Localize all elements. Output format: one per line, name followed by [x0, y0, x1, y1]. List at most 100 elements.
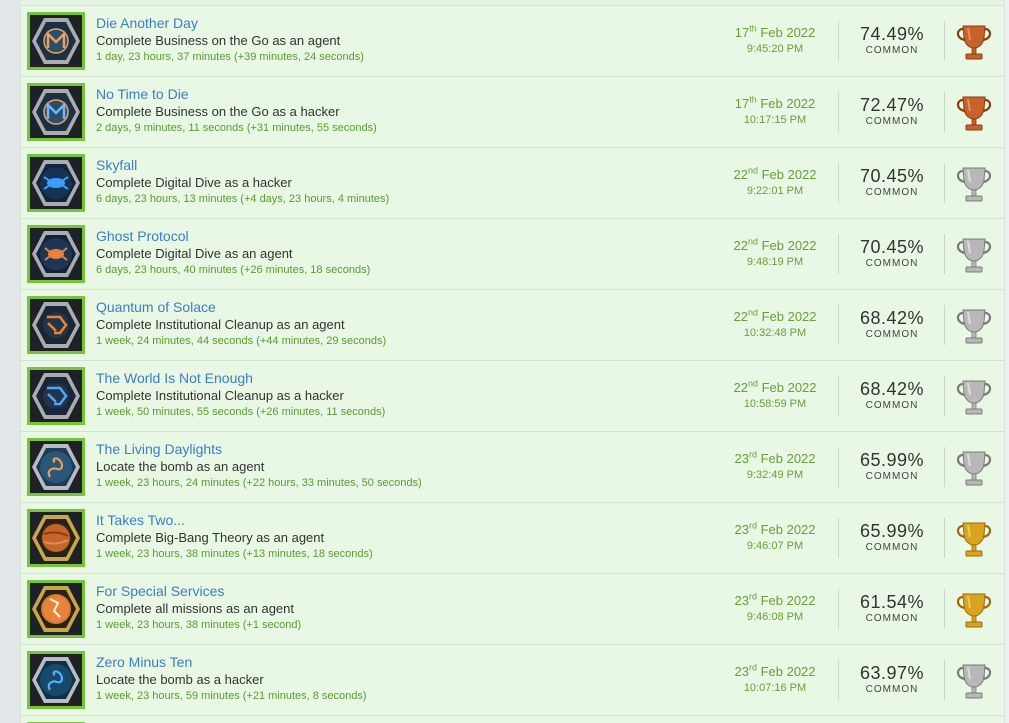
globe-agent-icon: [30, 583, 82, 635]
achievement-thumbnail[interactable]: [27, 83, 85, 141]
date-suffix: nd: [747, 378, 758, 389]
business-hacker-icon: [30, 86, 82, 138]
bronze-trophy-icon: [955, 93, 993, 133]
achievement-thumbnail[interactable]: [27, 154, 85, 212]
column-divider: [944, 305, 945, 345]
rarity-percent: 65.99%: [859, 521, 925, 541]
achievement-title-link[interactable]: Quantum of Solace: [96, 299, 696, 316]
achievement-title-link[interactable]: Zero Minus Ten: [96, 654, 696, 671]
achievement-title-link[interactable]: For Special Services: [96, 583, 696, 600]
rarity-cell: 72.47% COMMON: [843, 95, 941, 129]
date-month-year: Feb 2022: [757, 309, 817, 324]
achievement-thumbnail[interactable]: [27, 580, 85, 638]
achievement-description: Complete Big-Bang Theory as an agent: [96, 530, 325, 545]
cleanup-agent-icon: [30, 299, 82, 351]
rarity-label: COMMON: [865, 542, 919, 553]
achievement-title-link[interactable]: The Living Daylights: [96, 441, 696, 458]
achievement-description: Complete Digital Dive as an agent: [96, 246, 293, 261]
date-day: 22: [733, 238, 748, 253]
rarity-label: COMMON: [865, 187, 919, 198]
time-to-unlock: 2 days, 9 minutes, 11 seconds (+31 minut…: [96, 122, 377, 134]
rarity-percent: 65.99%: [859, 450, 925, 470]
digital-dive-agent-icon: [30, 228, 82, 280]
date-month-year: Feb 2022: [757, 167, 817, 182]
date-suffix: rd: [748, 662, 757, 673]
achievement-description: Complete all missions as an agent: [96, 601, 294, 616]
time-to-unlock: 6 days, 23 hours, 13 minutes (+4 days, 2…: [96, 193, 390, 205]
rarity-label: COMMON: [865, 613, 919, 624]
unlock-time: 9:45:20 PM: [746, 43, 804, 55]
unlock-time: 9:32:49 PM: [746, 469, 804, 481]
achievement-thumbnail[interactable]: [27, 438, 85, 496]
column-divider: [944, 21, 945, 61]
column-divider: [838, 447, 839, 487]
unlock-date: 23rd Feb 2022 9:32:49 PM: [720, 449, 830, 483]
achievement-description: Complete Business on the Go as an agent: [96, 33, 341, 48]
rarity-label: COMMON: [865, 329, 919, 340]
gold-trophy-icon: [955, 590, 993, 630]
trophy-row: Zero Minus Ten Locate the bomb as a hack…: [21, 645, 1004, 716]
date-day: 23: [734, 522, 749, 537]
achievement-description: Complete Institutional Cleanup as a hack…: [96, 388, 344, 403]
date-day: 23: [734, 664, 749, 679]
column-divider: [944, 589, 945, 629]
rarity-percent: 63.97%: [859, 663, 925, 683]
date-day: 23: [734, 451, 749, 466]
dragon-hacker-icon: [30, 654, 82, 706]
achievement-thumbnail[interactable]: [27, 12, 85, 70]
trophy-row: The World Is Not Enough Complete Institu…: [21, 361, 1004, 432]
column-divider: [838, 305, 839, 345]
date-suffix: rd: [748, 520, 757, 531]
achievement-title-link[interactable]: Skyfall: [96, 157, 696, 174]
trophy-row-partial: [21, 716, 1004, 723]
date-day: 22: [733, 380, 748, 395]
achievement-title-link[interactable]: The World Is Not Enough: [96, 370, 696, 387]
achievement-thumbnail[interactable]: [27, 367, 85, 425]
achievement-thumbnail[interactable]: [27, 509, 85, 567]
rarity-label: COMMON: [865, 400, 919, 411]
silver-trophy-icon: [955, 448, 993, 488]
date-month-year: Feb 2022: [756, 522, 816, 537]
rarity-cell: 61.54% COMMON: [843, 592, 941, 626]
left-gutter: [0, 0, 20, 723]
silver-trophy-icon: [955, 164, 993, 204]
rarity-label: COMMON: [865, 258, 919, 269]
rarity-cell: 68.42% COMMON: [843, 308, 941, 342]
date-suffix: th: [749, 23, 757, 34]
time-to-unlock: 6 days, 23 hours, 40 minutes (+26 minute…: [96, 264, 371, 276]
achievement-thumbnail[interactable]: [27, 651, 85, 709]
trophy-row: The Living Daylights Locate the bomb as …: [21, 432, 1004, 503]
achievement-title-link[interactable]: It Takes Two...: [96, 512, 696, 529]
time-to-unlock: 1 day, 23 hours, 37 minutes (+39 minutes…: [96, 51, 364, 63]
date-month-year: Feb 2022: [756, 96, 816, 111]
achievement-title-link[interactable]: Ghost Protocol: [96, 228, 696, 245]
time-to-unlock: 1 week, 23 hours, 59 minutes (+21 minute…: [96, 690, 367, 702]
planet-icon: [30, 512, 82, 564]
silver-trophy-icon: [955, 235, 993, 275]
unlock-date: 23rd Feb 2022 10:07:16 PM: [720, 662, 830, 696]
time-to-unlock: 1 week, 23 hours, 38 minutes (+1 second): [96, 619, 302, 631]
date-month-year: Feb 2022: [757, 380, 817, 395]
rarity-cell: 68.42% COMMON: [843, 379, 941, 413]
date-suffix: nd: [747, 236, 758, 247]
date-month-year: Feb 2022: [756, 664, 816, 679]
achievement-thumbnail[interactable]: [27, 296, 85, 354]
silver-trophy-icon: [955, 306, 993, 346]
unlock-date: 22nd Feb 2022 9:48:19 PM: [720, 236, 830, 270]
date-month-year: Feb 2022: [756, 25, 816, 40]
achievement-description: Locate the bomb as an agent: [96, 459, 265, 474]
rarity-percent: 61.54%: [859, 592, 925, 612]
date-day: 17: [734, 25, 750, 40]
date-suffix: rd: [748, 449, 757, 460]
achievement-description: Complete Institutional Cleanup as an age…: [96, 317, 345, 332]
rarity-percent: 68.42%: [859, 308, 925, 328]
date-suffix: th: [749, 94, 757, 105]
rarity-cell: 63.97% COMMON: [843, 663, 941, 697]
achievement-thumbnail[interactable]: [27, 225, 85, 283]
date-suffix: nd: [747, 307, 758, 318]
achievement-title-link[interactable]: Die Another Day: [96, 15, 696, 32]
achievement-title-link[interactable]: No Time to Die: [96, 86, 696, 103]
column-divider: [838, 376, 839, 416]
silver-trophy-icon: [955, 661, 993, 701]
rarity-label: COMMON: [865, 116, 919, 127]
